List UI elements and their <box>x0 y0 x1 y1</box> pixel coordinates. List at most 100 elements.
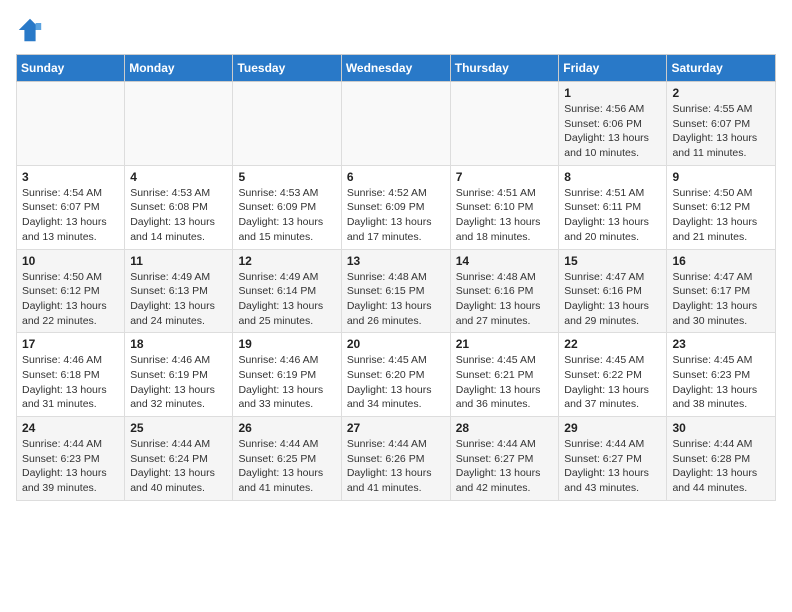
calendar-week-3: 10 Sunrise: 4:50 AM Sunset: 6:12 PM Dayli… <box>17 249 776 333</box>
day-number: 27 <box>347 421 445 435</box>
day-info: Sunrise: 4:44 AM Sunset: 6:25 PM Dayligh… <box>238 437 335 496</box>
day-number: 26 <box>238 421 335 435</box>
day-number: 16 <box>672 254 770 268</box>
calendar-cell: 17Sunrise: 4:46 AM Sunset: 6:18 PM Dayli… <box>17 333 125 417</box>
day-info: Sunrise: 4:49 AM Sunset: 6:13 PM Dayligh… <box>130 270 227 329</box>
day-header-friday: Friday <box>559 55 667 82</box>
day-number: 19 <box>238 337 335 351</box>
day-info: Sunrise: 4:44 AM Sunset: 6:24 PM Dayligh… <box>130 437 227 496</box>
calendar-cell: 25 Sunrise: 4:44 AM Sunset: 6:24 PM Dayli… <box>125 417 233 501</box>
calendar-week-4: 17Sunrise: 4:46 AM Sunset: 6:18 PM Dayli… <box>17 333 776 417</box>
calendar-cell: 7 Sunrise: 4:51 AM Sunset: 6:10 PM Daylig… <box>450 165 559 249</box>
day-headers-row: SundayMondayTuesdayWednesdayThursdayFrid… <box>17 55 776 82</box>
logo <box>16 16 48 44</box>
day-number: 25 <box>130 421 227 435</box>
day-info: Sunrise: 4:48 AM Sunset: 6:15 PM Dayligh… <box>347 270 445 329</box>
calendar-cell: 13 Sunrise: 4:48 AM Sunset: 6:15 PM Dayli… <box>341 249 450 333</box>
day-number: 12 <box>238 254 335 268</box>
day-number: 11 <box>130 254 227 268</box>
day-number: 28 <box>456 421 554 435</box>
calendar-cell <box>233 82 341 166</box>
day-number: 7 <box>456 170 554 184</box>
day-info: Sunrise: 4:44 AM Sunset: 6:23 PM Dayligh… <box>22 437 119 496</box>
day-number: 23 <box>672 337 770 351</box>
calendar-body: 1 Sunrise: 4:56 AM Sunset: 6:06 PM Daylig… <box>17 82 776 501</box>
day-number: 8 <box>564 170 661 184</box>
day-number: 10 <box>22 254 119 268</box>
calendar-table: SundayMondayTuesdayWednesdayThursdayFrid… <box>16 54 776 501</box>
logo-icon <box>16 16 44 44</box>
calendar-cell: 18 Sunrise: 4:46 AM Sunset: 6:19 PM Dayli… <box>125 333 233 417</box>
day-info: Sunrise: 4:44 AM Sunset: 6:27 PM Dayligh… <box>456 437 554 496</box>
day-info: Sunrise: 4:51 AM Sunset: 6:10 PM Dayligh… <box>456 186 554 245</box>
calendar-cell: 1 Sunrise: 4:56 AM Sunset: 6:06 PM Daylig… <box>559 82 667 166</box>
calendar-cell: 12 Sunrise: 4:49 AM Sunset: 6:14 PM Dayli… <box>233 249 341 333</box>
calendar-cell: 26 Sunrise: 4:44 AM Sunset: 6:25 PM Dayli… <box>233 417 341 501</box>
calendar-cell: 6 Sunrise: 4:52 AM Sunset: 6:09 PM Daylig… <box>341 165 450 249</box>
day-info: Sunrise: 4:48 AM Sunset: 6:16 PM Dayligh… <box>456 270 554 329</box>
day-number: 18 <box>130 337 227 351</box>
day-info: Sunrise: 4:50 AM Sunset: 6:12 PM Dayligh… <box>672 186 770 245</box>
calendar-cell <box>341 82 450 166</box>
day-info: Sunrise: 4:50 AM Sunset: 6:12 PM Dayligh… <box>22 270 119 329</box>
calendar-cell: 5 Sunrise: 4:53 AM Sunset: 6:09 PM Daylig… <box>233 165 341 249</box>
day-number: 4 <box>130 170 227 184</box>
calendar-cell <box>450 82 559 166</box>
calendar-cell <box>17 82 125 166</box>
day-info: Sunrise: 4:46 AM Sunset: 6:18 PM Dayligh… <box>22 353 119 412</box>
day-header-sunday: Sunday <box>17 55 125 82</box>
day-header-thursday: Thursday <box>450 55 559 82</box>
day-number: 29 <box>564 421 661 435</box>
calendar-cell: 4 Sunrise: 4:53 AM Sunset: 6:08 PM Daylig… <box>125 165 233 249</box>
day-info: Sunrise: 4:56 AM Sunset: 6:06 PM Dayligh… <box>564 102 661 161</box>
day-header-tuesday: Tuesday <box>233 55 341 82</box>
calendar-cell: 28 Sunrise: 4:44 AM Sunset: 6:27 PM Dayli… <box>450 417 559 501</box>
day-info: Sunrise: 4:45 AM Sunset: 6:20 PM Dayligh… <box>347 353 445 412</box>
day-number: 3 <box>22 170 119 184</box>
calendar-cell: 20 Sunrise: 4:45 AM Sunset: 6:20 PM Dayli… <box>341 333 450 417</box>
day-header-saturday: Saturday <box>667 55 776 82</box>
calendar-cell: 10 Sunrise: 4:50 AM Sunset: 6:12 PM Dayli… <box>17 249 125 333</box>
day-info: Sunrise: 4:46 AM Sunset: 6:19 PM Dayligh… <box>130 353 227 412</box>
day-number: 24 <box>22 421 119 435</box>
day-number: 15 <box>564 254 661 268</box>
calendar-cell: 8 Sunrise: 4:51 AM Sunset: 6:11 PM Daylig… <box>559 165 667 249</box>
day-info: Sunrise: 4:54 AM Sunset: 6:07 PM Dayligh… <box>22 186 119 245</box>
calendar-cell: 30 Sunrise: 4:44 AM Sunset: 6:28 PM Dayli… <box>667 417 776 501</box>
calendar-cell: 15 Sunrise: 4:47 AM Sunset: 6:16 PM Dayli… <box>559 249 667 333</box>
day-number: 30 <box>672 421 770 435</box>
day-number: 20 <box>347 337 445 351</box>
calendar-cell: 16 Sunrise: 4:47 AM Sunset: 6:17 PM Dayli… <box>667 249 776 333</box>
day-number: 13 <box>347 254 445 268</box>
day-number: 14 <box>456 254 554 268</box>
day-number: 6 <box>347 170 445 184</box>
day-info: Sunrise: 4:52 AM Sunset: 6:09 PM Dayligh… <box>347 186 445 245</box>
day-number: 9 <box>672 170 770 184</box>
day-info: Sunrise: 4:44 AM Sunset: 6:28 PM Dayligh… <box>672 437 770 496</box>
day-info: Sunrise: 4:44 AM Sunset: 6:26 PM Dayligh… <box>347 437 445 496</box>
day-info: Sunrise: 4:53 AM Sunset: 6:09 PM Dayligh… <box>238 186 335 245</box>
day-info: Sunrise: 4:49 AM Sunset: 6:14 PM Dayligh… <box>238 270 335 329</box>
day-number: 22 <box>564 337 661 351</box>
day-number: 2 <box>672 86 770 100</box>
day-info: Sunrise: 4:45 AM Sunset: 6:23 PM Dayligh… <box>672 353 770 412</box>
day-info: Sunrise: 4:47 AM Sunset: 6:17 PM Dayligh… <box>672 270 770 329</box>
calendar-cell: 23 Sunrise: 4:45 AM Sunset: 6:23 PM Dayli… <box>667 333 776 417</box>
calendar-cell: 21Sunrise: 4:45 AM Sunset: 6:21 PM Dayli… <box>450 333 559 417</box>
calendar-cell: 9 Sunrise: 4:50 AM Sunset: 6:12 PM Daylig… <box>667 165 776 249</box>
day-number: 21 <box>456 337 554 351</box>
calendar-cell: 14 Sunrise: 4:48 AM Sunset: 6:16 PM Dayli… <box>450 249 559 333</box>
calendar-cell: 24 Sunrise: 4:44 AM Sunset: 6:23 PM Dayli… <box>17 417 125 501</box>
calendar-header: SundayMondayTuesdayWednesdayThursdayFrid… <box>17 55 776 82</box>
calendar-cell: 29Sunrise: 4:44 AM Sunset: 6:27 PM Dayli… <box>559 417 667 501</box>
day-info: Sunrise: 4:51 AM Sunset: 6:11 PM Dayligh… <box>564 186 661 245</box>
day-number: 1 <box>564 86 661 100</box>
day-info: Sunrise: 4:53 AM Sunset: 6:08 PM Dayligh… <box>130 186 227 245</box>
day-header-monday: Monday <box>125 55 233 82</box>
day-info: Sunrise: 4:47 AM Sunset: 6:16 PM Dayligh… <box>564 270 661 329</box>
calendar-cell: 19Sunrise: 4:46 AM Sunset: 6:19 PM Dayli… <box>233 333 341 417</box>
day-info: Sunrise: 4:55 AM Sunset: 6:07 PM Dayligh… <box>672 102 770 161</box>
calendar-week-5: 24 Sunrise: 4:44 AM Sunset: 6:23 PM Dayli… <box>17 417 776 501</box>
calendar-week-1: 1 Sunrise: 4:56 AM Sunset: 6:06 PM Daylig… <box>17 82 776 166</box>
day-number: 5 <box>238 170 335 184</box>
